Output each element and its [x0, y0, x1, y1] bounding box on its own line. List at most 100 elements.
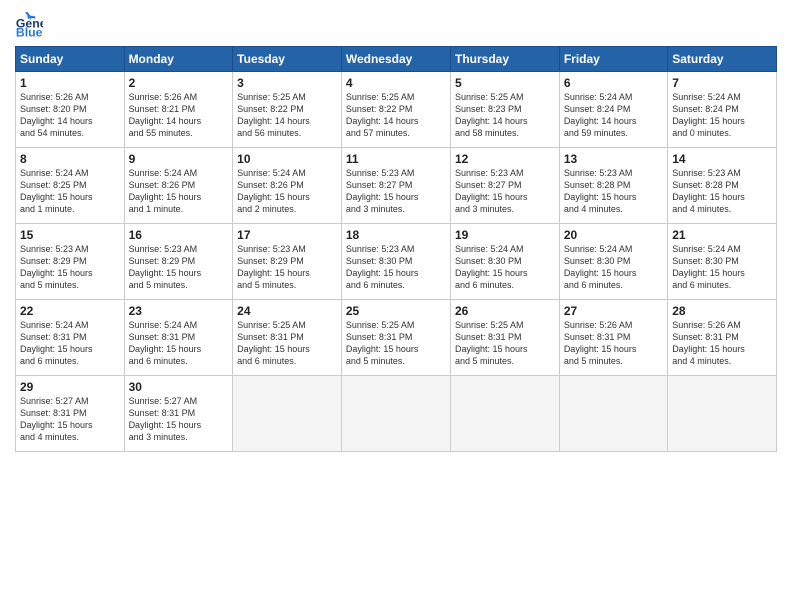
day-number: 5	[455, 76, 555, 90]
week-row-3: 15Sunrise: 5:23 AMSunset: 8:29 PMDayligh…	[16, 224, 777, 300]
day-info: Sunrise: 5:24 AMSunset: 8:30 PMDaylight:…	[455, 243, 555, 292]
logo-icon: General Blue	[15, 10, 43, 38]
day-number: 17	[237, 228, 337, 242]
day-info: Sunrise: 5:24 AMSunset: 8:25 PMDaylight:…	[20, 167, 120, 216]
day-info: Sunrise: 5:24 AMSunset: 8:31 PMDaylight:…	[129, 319, 229, 368]
day-number: 10	[237, 152, 337, 166]
day-cell-12: 12Sunrise: 5:23 AMSunset: 8:27 PMDayligh…	[450, 148, 559, 224]
day-info: Sunrise: 5:25 AMSunset: 8:22 PMDaylight:…	[237, 91, 337, 140]
empty-cell	[341, 376, 450, 452]
day-cell-23: 23Sunrise: 5:24 AMSunset: 8:31 PMDayligh…	[124, 300, 233, 376]
day-cell-30: 30Sunrise: 5:27 AMSunset: 8:31 PMDayligh…	[124, 376, 233, 452]
day-number: 15	[20, 228, 120, 242]
day-cell-19: 19Sunrise: 5:24 AMSunset: 8:30 PMDayligh…	[450, 224, 559, 300]
day-cell-20: 20Sunrise: 5:24 AMSunset: 8:30 PMDayligh…	[559, 224, 667, 300]
day-cell-5: 5Sunrise: 5:25 AMSunset: 8:23 PMDaylight…	[450, 72, 559, 148]
calendar-table: Sunday Monday Tuesday Wednesday Thursday…	[15, 46, 777, 452]
day-info: Sunrise: 5:26 AMSunset: 8:21 PMDaylight:…	[129, 91, 229, 140]
day-number: 18	[346, 228, 446, 242]
day-number: 26	[455, 304, 555, 318]
day-cell-18: 18Sunrise: 5:23 AMSunset: 8:30 PMDayligh…	[341, 224, 450, 300]
day-number: 30	[129, 380, 229, 394]
week-row-5: 29Sunrise: 5:27 AMSunset: 8:31 PMDayligh…	[16, 376, 777, 452]
day-cell-29: 29Sunrise: 5:27 AMSunset: 8:31 PMDayligh…	[16, 376, 125, 452]
day-cell-25: 25Sunrise: 5:25 AMSunset: 8:31 PMDayligh…	[341, 300, 450, 376]
day-cell-26: 26Sunrise: 5:25 AMSunset: 8:31 PMDayligh…	[450, 300, 559, 376]
day-info: Sunrise: 5:23 AMSunset: 8:28 PMDaylight:…	[564, 167, 663, 216]
day-info: Sunrise: 5:26 AMSunset: 8:20 PMDaylight:…	[20, 91, 120, 140]
day-cell-16: 16Sunrise: 5:23 AMSunset: 8:29 PMDayligh…	[124, 224, 233, 300]
empty-cell	[450, 376, 559, 452]
empty-cell	[233, 376, 342, 452]
day-number: 13	[564, 152, 663, 166]
day-number: 22	[20, 304, 120, 318]
day-info: Sunrise: 5:24 AMSunset: 8:26 PMDaylight:…	[237, 167, 337, 216]
col-monday: Monday	[124, 47, 233, 72]
week-row-4: 22Sunrise: 5:24 AMSunset: 8:31 PMDayligh…	[16, 300, 777, 376]
day-number: 9	[129, 152, 229, 166]
day-cell-17: 17Sunrise: 5:23 AMSunset: 8:29 PMDayligh…	[233, 224, 342, 300]
svg-text:Blue: Blue	[16, 25, 43, 38]
day-cell-3: 3Sunrise: 5:25 AMSunset: 8:22 PMDaylight…	[233, 72, 342, 148]
col-saturday: Saturday	[668, 47, 777, 72]
day-info: Sunrise: 5:23 AMSunset: 8:29 PMDaylight:…	[129, 243, 229, 292]
day-cell-24: 24Sunrise: 5:25 AMSunset: 8:31 PMDayligh…	[233, 300, 342, 376]
day-info: Sunrise: 5:25 AMSunset: 8:31 PMDaylight:…	[346, 319, 446, 368]
day-cell-7: 7Sunrise: 5:24 AMSunset: 8:24 PMDaylight…	[668, 72, 777, 148]
day-cell-9: 9Sunrise: 5:24 AMSunset: 8:26 PMDaylight…	[124, 148, 233, 224]
day-number: 2	[129, 76, 229, 90]
day-info: Sunrise: 5:23 AMSunset: 8:30 PMDaylight:…	[346, 243, 446, 292]
day-number: 27	[564, 304, 663, 318]
day-number: 16	[129, 228, 229, 242]
day-cell-11: 11Sunrise: 5:23 AMSunset: 8:27 PMDayligh…	[341, 148, 450, 224]
page: General Blue Sunday Monday Tuesday Wedne…	[0, 0, 792, 612]
day-info: Sunrise: 5:24 AMSunset: 8:24 PMDaylight:…	[672, 91, 772, 140]
day-number: 11	[346, 152, 446, 166]
day-number: 21	[672, 228, 772, 242]
col-wednesday: Wednesday	[341, 47, 450, 72]
day-info: Sunrise: 5:24 AMSunset: 8:24 PMDaylight:…	[564, 91, 663, 140]
day-number: 12	[455, 152, 555, 166]
day-cell-28: 28Sunrise: 5:26 AMSunset: 8:31 PMDayligh…	[668, 300, 777, 376]
day-number: 19	[455, 228, 555, 242]
day-number: 23	[129, 304, 229, 318]
day-info: Sunrise: 5:23 AMSunset: 8:27 PMDaylight:…	[346, 167, 446, 216]
day-cell-14: 14Sunrise: 5:23 AMSunset: 8:28 PMDayligh…	[668, 148, 777, 224]
day-info: Sunrise: 5:26 AMSunset: 8:31 PMDaylight:…	[564, 319, 663, 368]
col-friday: Friday	[559, 47, 667, 72]
day-info: Sunrise: 5:24 AMSunset: 8:31 PMDaylight:…	[20, 319, 120, 368]
day-cell-15: 15Sunrise: 5:23 AMSunset: 8:29 PMDayligh…	[16, 224, 125, 300]
day-number: 20	[564, 228, 663, 242]
day-cell-13: 13Sunrise: 5:23 AMSunset: 8:28 PMDayligh…	[559, 148, 667, 224]
day-info: Sunrise: 5:25 AMSunset: 8:31 PMDaylight:…	[455, 319, 555, 368]
empty-cell	[559, 376, 667, 452]
day-number: 8	[20, 152, 120, 166]
day-cell-1: 1Sunrise: 5:26 AMSunset: 8:20 PMDaylight…	[16, 72, 125, 148]
calendar-header-row: Sunday Monday Tuesday Wednesday Thursday…	[16, 47, 777, 72]
header: General Blue	[15, 10, 777, 38]
day-info: Sunrise: 5:23 AMSunset: 8:29 PMDaylight:…	[20, 243, 120, 292]
logo: General Blue	[15, 10, 47, 38]
day-cell-22: 22Sunrise: 5:24 AMSunset: 8:31 PMDayligh…	[16, 300, 125, 376]
day-info: Sunrise: 5:27 AMSunset: 8:31 PMDaylight:…	[20, 395, 120, 444]
day-number: 28	[672, 304, 772, 318]
day-info: Sunrise: 5:24 AMSunset: 8:26 PMDaylight:…	[129, 167, 229, 216]
day-number: 1	[20, 76, 120, 90]
col-sunday: Sunday	[16, 47, 125, 72]
day-info: Sunrise: 5:23 AMSunset: 8:27 PMDaylight:…	[455, 167, 555, 216]
day-cell-4: 4Sunrise: 5:25 AMSunset: 8:22 PMDaylight…	[341, 72, 450, 148]
day-number: 24	[237, 304, 337, 318]
day-info: Sunrise: 5:25 AMSunset: 8:22 PMDaylight:…	[346, 91, 446, 140]
day-info: Sunrise: 5:24 AMSunset: 8:30 PMDaylight:…	[672, 243, 772, 292]
day-info: Sunrise: 5:25 AMSunset: 8:23 PMDaylight:…	[455, 91, 555, 140]
day-number: 14	[672, 152, 772, 166]
day-info: Sunrise: 5:23 AMSunset: 8:29 PMDaylight:…	[237, 243, 337, 292]
week-row-1: 1Sunrise: 5:26 AMSunset: 8:20 PMDaylight…	[16, 72, 777, 148]
day-cell-8: 8Sunrise: 5:24 AMSunset: 8:25 PMDaylight…	[16, 148, 125, 224]
day-cell-27: 27Sunrise: 5:26 AMSunset: 8:31 PMDayligh…	[559, 300, 667, 376]
col-tuesday: Tuesday	[233, 47, 342, 72]
day-cell-2: 2Sunrise: 5:26 AMSunset: 8:21 PMDaylight…	[124, 72, 233, 148]
day-info: Sunrise: 5:24 AMSunset: 8:30 PMDaylight:…	[564, 243, 663, 292]
day-info: Sunrise: 5:27 AMSunset: 8:31 PMDaylight:…	[129, 395, 229, 444]
day-info: Sunrise: 5:23 AMSunset: 8:28 PMDaylight:…	[672, 167, 772, 216]
